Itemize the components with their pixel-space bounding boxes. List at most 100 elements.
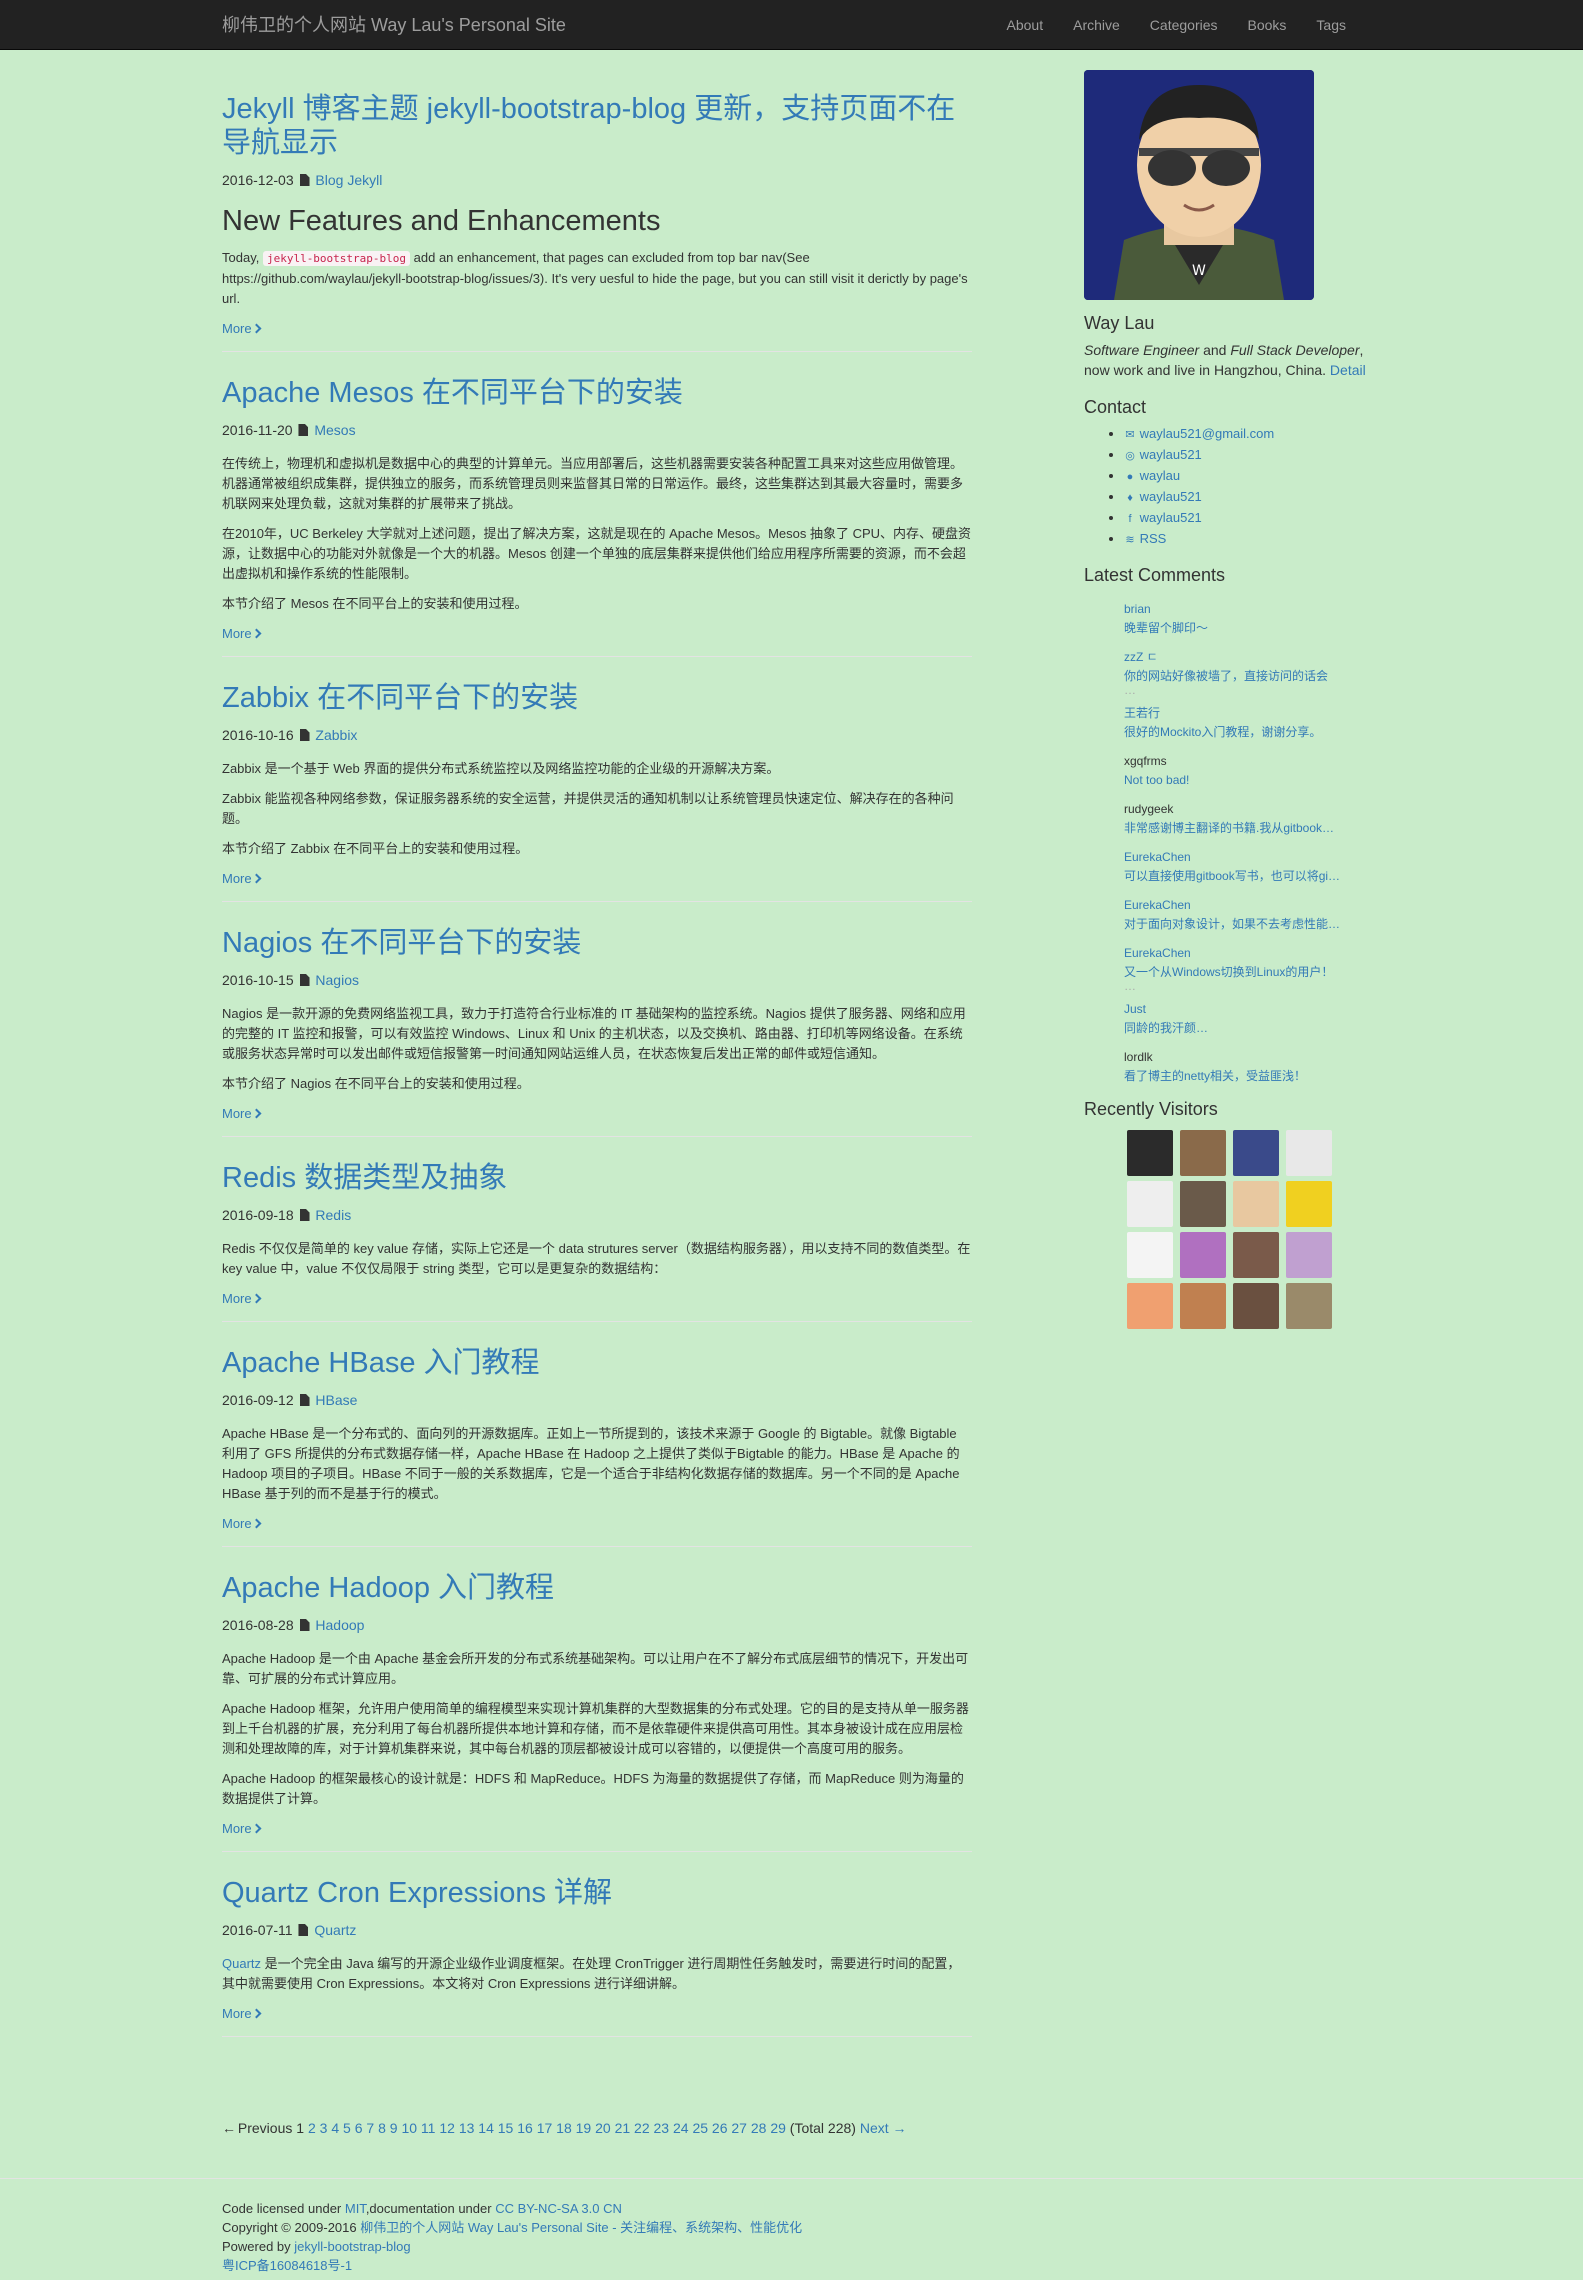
pager-page-link[interactable]: 10 [401,2120,417,2136]
contact-facebook-link[interactable]: f waylau521 [1124,510,1201,525]
pager-page-link[interactable]: 29 [770,2120,786,2136]
comment-text[interactable]: 非常感谢博主翻译的书籍.我从gitbook… [1124,819,1374,838]
more-link[interactable]: More [222,624,262,644]
site-brand[interactable]: 柳伟卫的个人网站 Way Lau's Personal Site [222,14,566,36]
post-category[interactable]: Blog Jekyll [315,172,382,188]
visitor-avatar[interactable] [1286,1232,1332,1278]
visitor-avatar[interactable] [1233,1232,1279,1278]
detail-link[interactable]: Detail [1330,362,1366,378]
visitor-avatar[interactable] [1286,1130,1332,1176]
post-title[interactable]: Apache Hadoop 入门教程 [222,1571,972,1605]
comment-text[interactable]: 又一个从Windows切换到Linux的用户！ [1124,963,1374,982]
more-link[interactable]: More [222,1514,262,1534]
comment-text[interactable]: 看了博主的netty相关，受益匪浅！ [1124,1067,1374,1086]
pager-page-link[interactable]: 20 [595,2120,611,2136]
contact-github-link[interactable]: ● waylau [1124,468,1180,483]
comment-author[interactable]: EurekaChen [1124,896,1374,915]
arrow-right-icon[interactable]: → [893,2120,907,2136]
comment-author[interactable]: 王若行 [1124,704,1374,723]
comment-author[interactable]: Just [1124,1000,1374,1019]
comment-text[interactable]: 同龄的我汗颜… [1124,1019,1374,1038]
nav-archive[interactable]: Archive [1058,0,1135,50]
pager-page-link[interactable]: 3 [320,2120,328,2136]
more-link[interactable]: More [222,1104,262,1124]
comment-text[interactable]: Not too bad! [1124,771,1374,790]
nav-categories[interactable]: Categories [1135,0,1233,50]
post-title[interactable]: Quartz Cron Expressions 详解 [222,1876,972,1910]
post-category[interactable]: Hadoop [315,1617,364,1633]
comment-author[interactable]: EurekaChen [1124,848,1374,867]
pager-page-link[interactable]: 25 [692,2120,708,2136]
post-title[interactable]: Apache Mesos 在不同平台下的安装 [222,376,972,410]
comment-text[interactable]: 可以直接使用gitbook写书，也可以将gi… [1124,867,1374,886]
pager-page-link[interactable]: 14 [478,2120,494,2136]
post-title[interactable]: Zabbix 在不同平台下的安装 [222,681,972,715]
pager-page-link[interactable]: 16 [517,2120,533,2136]
post-category[interactable]: Mesos [314,422,355,438]
post-title[interactable]: Apache HBase 入门教程 [222,1346,972,1380]
comment-text[interactable]: 晚辈留个脚印～ [1124,619,1374,638]
visitor-avatar[interactable] [1180,1130,1226,1176]
pager-page-link[interactable]: 8 [378,2120,386,2136]
visitor-avatar[interactable] [1127,1283,1173,1329]
comment-author[interactable]: zzZ ㄷ [1124,648,1374,667]
pager-page-link[interactable]: 9 [390,2120,398,2136]
post-category[interactable]: Nagios [315,972,359,988]
more-link[interactable]: More [222,1289,262,1309]
pager-page-link[interactable]: 23 [654,2120,670,2136]
post-title[interactable]: Redis 数据类型及抽象 [222,1161,972,1195]
contact-rss-link[interactable]: ≋ RSS [1124,531,1166,546]
contact-email-link[interactable]: ✉ waylau521@gmail.com [1124,426,1274,441]
visitor-avatar[interactable] [1180,1232,1226,1278]
pager-page-link[interactable]: 28 [751,2120,767,2136]
pager-page-link[interactable]: 27 [731,2120,747,2136]
pager-page-link[interactable]: 24 [673,2120,689,2136]
pager-page-link[interactable]: 17 [537,2120,553,2136]
comment-text[interactable]: 你的网站好像被墙了，直接访问的话会 [1124,667,1374,686]
more-link[interactable]: More [222,1819,262,1839]
visitor-avatar[interactable] [1286,1283,1332,1329]
post-category[interactable]: Quartz [314,1922,356,1938]
pager-page-link[interactable]: 12 [439,2120,455,2136]
site-link[interactable]: 柳伟卫的个人网站 Way Lau's Personal Site - 关注编程、… [360,2220,802,2235]
comment-text[interactable]: 很好的Mockito入门教程，谢谢分享。 [1124,723,1374,742]
visitor-avatar[interactable] [1233,1130,1279,1176]
pager-page-link[interactable]: 21 [615,2120,631,2136]
comment-author[interactable]: EurekaChen [1124,944,1374,963]
post-category[interactable]: Zabbix [315,727,357,743]
post-title[interactable]: Nagios 在不同平台下的安装 [222,926,972,960]
pager-page-link[interactable]: 5 [343,2120,351,2136]
post-title[interactable]: Jekyll 博客主题 jekyll-bootstrap-blog 更新，支持页… [222,92,972,160]
icp-link[interactable]: 粤ICP备16084618号-1 [222,2258,352,2273]
visitor-avatar[interactable] [1286,1181,1332,1227]
contact-twitter-link[interactable]: ♦ waylau521 [1124,489,1202,504]
comment-text[interactable]: 对于面向对象设计，如果不去考虑性能… [1124,915,1374,934]
visitor-avatar[interactable] [1127,1232,1173,1278]
pager-page-link[interactable]: 15 [498,2120,514,2136]
contact-weibo-link[interactable]: ◎ waylau521 [1124,447,1202,462]
theme-link[interactable]: jekyll-bootstrap-blog [294,2239,410,2254]
more-link[interactable]: More [222,869,262,889]
visitor-avatar[interactable] [1127,1130,1173,1176]
pager-page-link[interactable]: 26 [712,2120,728,2136]
pager-page-link[interactable]: 13 [459,2120,475,2136]
pager-page-link[interactable]: 11 [421,2120,436,2136]
pager-page-link[interactable]: 6 [355,2120,363,2136]
mit-link[interactable]: MIT [345,2201,366,2216]
more-link[interactable]: More [222,319,262,339]
cc-link[interactable]: CC BY-NC-SA 3.0 CN [495,2201,622,2216]
pager-page-link[interactable]: 7 [366,2120,374,2136]
pager-next[interactable]: Next [860,2120,889,2136]
post-category[interactable]: HBase [315,1392,357,1408]
comment-author[interactable]: brian [1124,600,1374,619]
pager-page-link[interactable]: 22 [634,2120,650,2136]
pager-page-link[interactable]: 19 [576,2120,592,2136]
post-category[interactable]: Redis [315,1207,351,1223]
visitor-avatar[interactable] [1233,1181,1279,1227]
visitor-avatar[interactable] [1127,1181,1173,1227]
visitor-avatar[interactable] [1180,1181,1226,1227]
visitor-avatar[interactable] [1233,1283,1279,1329]
nav-about[interactable]: About [992,0,1059,50]
nav-books[interactable]: Books [1233,0,1302,50]
pager-page-link[interactable]: 18 [556,2120,572,2136]
